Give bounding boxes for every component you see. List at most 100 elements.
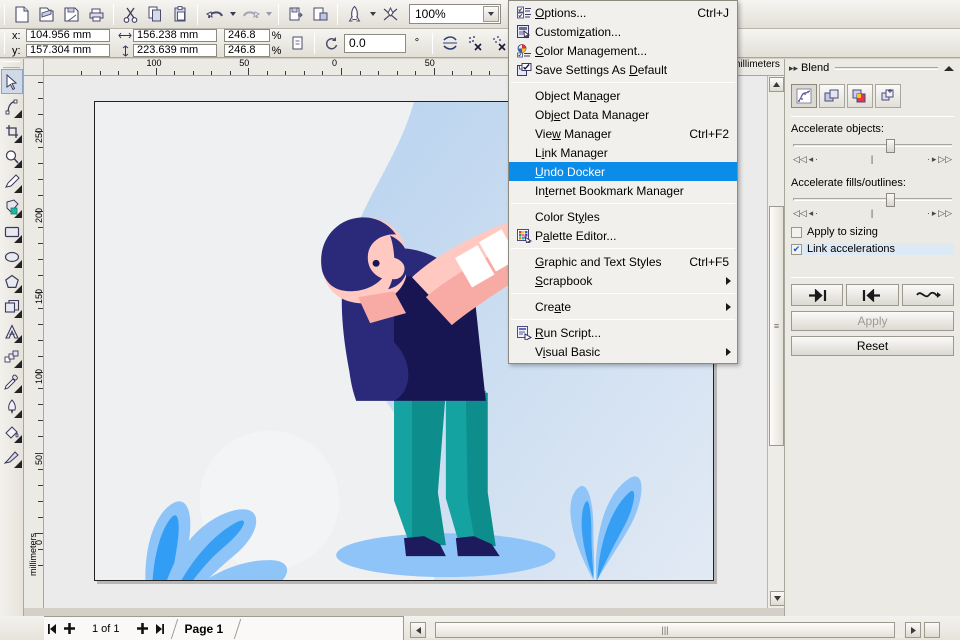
cut-button[interactable]: [118, 2, 143, 27]
scroll-down-button[interactable]: [770, 591, 785, 606]
lock-ratio-toggle[interactable]: [285, 31, 310, 56]
menu-item-undo-docker[interactable]: Undo Docker: [509, 162, 737, 181]
menu-item-palette-editor[interactable]: Palette Editor...: [509, 226, 737, 245]
y-position-field[interactable]: 157.304 mm: [26, 44, 110, 57]
copy-button[interactable]: [143, 2, 168, 27]
blend-misc-tab[interactable]: [875, 84, 901, 108]
page-tab-1[interactable]: Page 1: [179, 619, 236, 639]
scroll-up-button[interactable]: [769, 77, 784, 92]
apply-to-sizing-row[interactable]: Apply to sizing: [791, 226, 954, 238]
save-document-button[interactable]: [59, 2, 84, 27]
horizontal-scroll-thumb[interactable]: |||: [435, 622, 895, 638]
docker-rollup-icon[interactable]: [944, 66, 954, 71]
smart-fill-tool[interactable]: [1, 194, 23, 219]
ruler-major-tick: [434, 68, 435, 76]
import-button[interactable]: [283, 2, 308, 27]
accelerate-objects-thumb[interactable]: [886, 139, 895, 153]
accelerate-fills-slider[interactable]: [791, 193, 954, 207]
canvas-vertical-scrollbar[interactable]: ≡: [767, 76, 784, 608]
menu-item-scrapbook[interactable]: Scrapbook: [509, 271, 737, 290]
ellipse-tool[interactable]: [1, 244, 23, 269]
new-document-button[interactable]: [9, 2, 34, 27]
horizontal-scroll-track[interactable]: |||: [427, 622, 904, 638]
export-button[interactable]: [308, 2, 333, 27]
docker-expand-icon[interactable]: ▸▸: [789, 63, 798, 74]
paste-button[interactable]: [168, 2, 193, 27]
ruler-corner[interactable]: [24, 59, 44, 76]
menu-item-view-manager[interactable]: View ManagerCtrl+F2: [509, 124, 737, 143]
end-object-button[interactable]: [846, 284, 898, 306]
start-object-button[interactable]: [791, 284, 843, 306]
menu-item-object-data-manager[interactable]: Object Data Manager: [509, 105, 737, 124]
interactive-fill-tool[interactable]: [1, 444, 23, 469]
menu-item-internet-bookmark-manager[interactable]: Internet Bookmark Manager: [509, 181, 737, 200]
menu-item-options[interactable]: Options...Ctrl+J: [509, 3, 737, 22]
canvas-horizontal-scrollbar[interactable]: |||: [410, 621, 940, 639]
rotation-angle-field[interactable]: 0.0: [344, 34, 406, 53]
reset-button[interactable]: Reset: [791, 336, 954, 356]
mirror-vertical-button[interactable]: [462, 31, 487, 56]
link-accelerations-checkbox[interactable]: ✔: [791, 244, 802, 255]
redo-button[interactable]: [238, 2, 263, 27]
menu-item-color-styles[interactable]: Color Styles: [509, 207, 737, 226]
menu-item-save-settings-as-default[interactable]: Save Settings As Default: [509, 60, 737, 79]
basic-shapes-tool[interactable]: [1, 294, 23, 319]
add-page-after-icon[interactable]: [134, 619, 151, 639]
menu-item-graphic-and-text-styles[interactable]: Graphic and Text StylesCtrl+F5: [509, 252, 737, 271]
outline-tool[interactable]: [1, 394, 23, 419]
x-position-field[interactable]: 104.956 mm: [26, 29, 110, 42]
print-button[interactable]: [84, 2, 109, 27]
crop-tool[interactable]: [1, 119, 23, 144]
first-page-icon[interactable]: [44, 619, 61, 639]
menu-item-link-manager[interactable]: Link Manager: [509, 143, 737, 162]
docker-title-bar[interactable]: ▸▸ Blend: [785, 59, 960, 77]
zoom-tool[interactable]: [1, 144, 23, 169]
mirror-horizontal-button[interactable]: [437, 31, 462, 56]
scroll-right-button[interactable]: [905, 622, 921, 638]
apply-button[interactable]: Apply: [791, 311, 954, 331]
zoom-level-combo[interactable]: 100%: [409, 4, 501, 24]
fill-tool[interactable]: [1, 419, 23, 444]
add-page-before-icon[interactable]: [61, 619, 78, 639]
polygon-tool[interactable]: [1, 269, 23, 294]
menu-item-visual-basic[interactable]: Visual Basic: [509, 342, 737, 361]
accelerate-objects-slider[interactable]: [791, 139, 954, 153]
application-launcher-button[interactable]: [342, 2, 367, 27]
rectangle-tool[interactable]: [1, 219, 23, 244]
menu-item-object-manager[interactable]: Object Manager: [509, 86, 737, 105]
blend-acceleration-tab[interactable]: [819, 84, 845, 108]
redo-dropdown-arrow[interactable]: [263, 2, 274, 26]
zoom-dropdown-button[interactable]: [483, 6, 499, 22]
undo-dropdown-arrow[interactable]: [227, 2, 238, 26]
menu-item-color-management[interactable]: Color Management...: [509, 41, 737, 60]
blend-color-tab[interactable]: [847, 84, 873, 108]
accelerate-fills-thumb[interactable]: [886, 193, 895, 207]
launcher-dropdown-arrow[interactable]: [367, 2, 378, 26]
freehand-tool[interactable]: [1, 169, 23, 194]
blend-steps-tab[interactable]: [791, 84, 817, 108]
path-properties-button[interactable]: [902, 284, 954, 306]
undo-button[interactable]: [202, 2, 227, 27]
menu-item-run-script[interactable]: Run Script...: [509, 323, 737, 342]
width-field[interactable]: 156.238 mm: [133, 29, 217, 42]
scroll-left-button[interactable]: [410, 622, 426, 638]
scrollbar-corner-box[interactable]: [924, 622, 940, 638]
scale-vertical-field[interactable]: 246.8: [224, 44, 270, 57]
vertical-scroll-thumb[interactable]: ≡: [769, 206, 784, 446]
menu-item-customization[interactable]: Customization...: [509, 22, 737, 41]
link-accelerations-row[interactable]: ✔ Link accelerations: [791, 243, 954, 255]
text-tool[interactable]: [1, 319, 23, 344]
scale-horizontal-field[interactable]: 246.8: [224, 29, 270, 42]
eyedropper-tool[interactable]: [1, 369, 23, 394]
open-document-button[interactable]: [34, 2, 59, 27]
blend-tool[interactable]: [1, 344, 23, 369]
options-icon: [513, 4, 535, 21]
last-page-icon[interactable]: [151, 619, 168, 639]
height-field[interactable]: 223.639 mm: [133, 44, 217, 57]
shape-tool[interactable]: [1, 94, 23, 119]
menu-item-create[interactable]: Create: [509, 297, 737, 316]
vertical-ruler[interactable]: 300250200150100500millimeters: [24, 76, 44, 608]
apply-to-sizing-checkbox[interactable]: [791, 227, 802, 238]
corel-connect-button[interactable]: [378, 2, 403, 27]
pick-tool[interactable]: [1, 69, 23, 94]
